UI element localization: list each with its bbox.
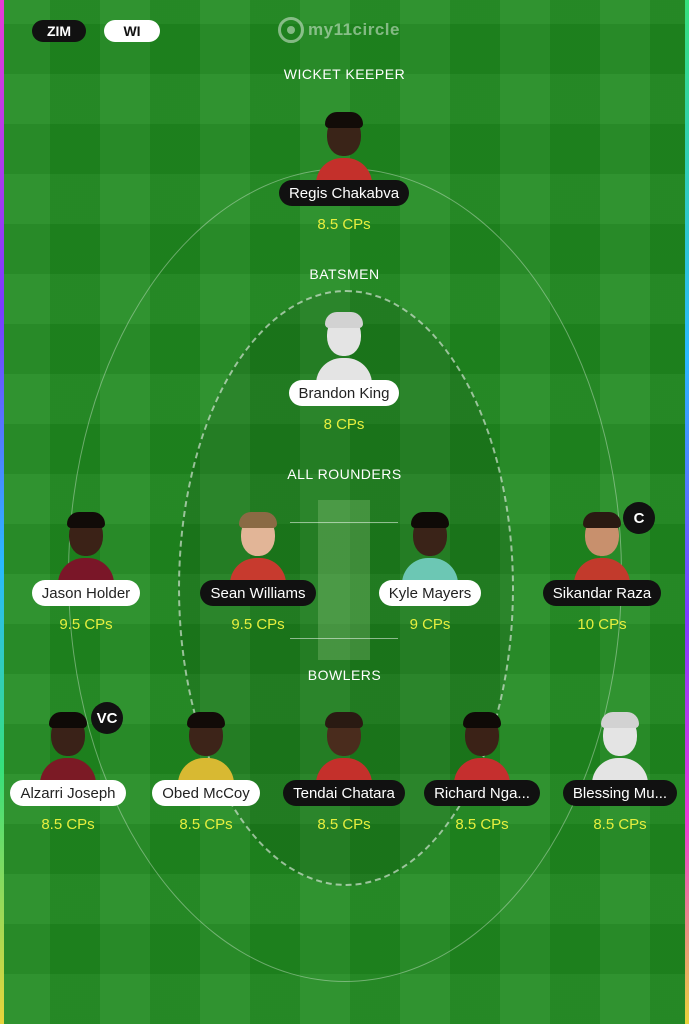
section-title-all-rounders: ALL ROUNDERS (287, 466, 402, 482)
player-card-sikandar-raza[interactable]: C Sikandar Raza 10 CPs (527, 502, 677, 633)
player-placeholder-icon (312, 310, 376, 386)
left-accent-border (0, 0, 4, 1024)
player-credits: 9 CPs (409, 616, 451, 633)
player-card-blessing-muzarabani[interactable]: Blessing Mu... 8.5 CPs (545, 710, 689, 833)
player-card-brandon-king[interactable]: Brandon King 8 CPs (269, 310, 419, 433)
player-name: Brandon King (288, 380, 400, 406)
player-credits: 8.5 CPs (41, 816, 95, 833)
bottom-crease (290, 638, 398, 639)
player-credits: 8.5 CPs (455, 816, 509, 833)
player-credits: 8.5 CPs (593, 816, 647, 833)
player-photo (54, 510, 118, 586)
captain-badge: C (623, 502, 655, 534)
right-accent-border (685, 0, 689, 1024)
section-title-batsmen: BATSMEN (309, 266, 380, 282)
team-tabs: ZIM WI (32, 20, 160, 42)
player-card-sean-williams[interactable]: Sean Williams 9.5 CPs (183, 510, 333, 633)
player-name: Kyle Mayers (378, 580, 482, 606)
player-name: Sean Williams (200, 580, 316, 606)
logo-circle-icon (278, 17, 304, 43)
player-photo (226, 510, 290, 586)
section-title-bowlers: BOWLERS (307, 667, 382, 683)
player-credits: 8 CPs (323, 416, 365, 433)
player-credits: 9.5 CPs (231, 616, 285, 633)
player-photo (312, 710, 376, 786)
player-name: Jason Holder (31, 580, 141, 606)
player-name: Obed McCoy (152, 780, 260, 806)
player-card-kyle-mayers[interactable]: Kyle Mayers 9 CPs (355, 510, 505, 633)
player-name: Richard Nga... (424, 780, 540, 806)
player-name: Alzarri Joseph (10, 780, 126, 806)
player-card-richard-ngarava[interactable]: Richard Nga... 8.5 CPs (407, 710, 557, 833)
brand-logo: my11circle (278, 14, 414, 46)
player-photo (450, 710, 514, 786)
player-card-tendai-chatara[interactable]: Tendai Chatara 8.5 CPs (269, 710, 419, 833)
player-name: Tendai Chatara (283, 780, 405, 806)
player-photo (174, 710, 238, 786)
team-tab-wi[interactable]: WI (104, 20, 160, 42)
player-name: Sikandar Raza (542, 580, 662, 606)
section-title-wicket-keeper: WICKET KEEPER (283, 66, 406, 82)
player-photo (312, 110, 376, 186)
player-credits: 8.5 CPs (317, 816, 371, 833)
logo-text: my11circle (308, 20, 400, 39)
player-credits: 8.5 CPs (179, 816, 233, 833)
player-card-alzarri-joseph[interactable]: VC Alzarri Joseph 8.5 CPs (0, 702, 143, 833)
player-credits: 8.5 CPs (317, 216, 371, 233)
player-photo (398, 510, 462, 586)
player-credits: 10 CPs (577, 616, 627, 633)
player-card-jason-holder[interactable]: Jason Holder 9.5 CPs (11, 510, 161, 633)
player-card-obed-mccoy[interactable]: Obed McCoy 8.5 CPs (131, 710, 281, 833)
team-tab-zim[interactable]: ZIM (32, 20, 86, 42)
player-placeholder-icon (588, 710, 652, 786)
player-credits: 9.5 CPs (59, 616, 113, 633)
cricket-field: ZIM WI my11circle WICKET KEEPER BATSMEN … (0, 0, 689, 1024)
player-card-regis-chakabva[interactable]: Regis Chakabva 8.5 CPs (269, 110, 419, 233)
player-name: Blessing Mu... (562, 780, 678, 806)
player-name: Regis Chakabva (278, 180, 410, 206)
vice-captain-badge: VC (91, 702, 123, 734)
